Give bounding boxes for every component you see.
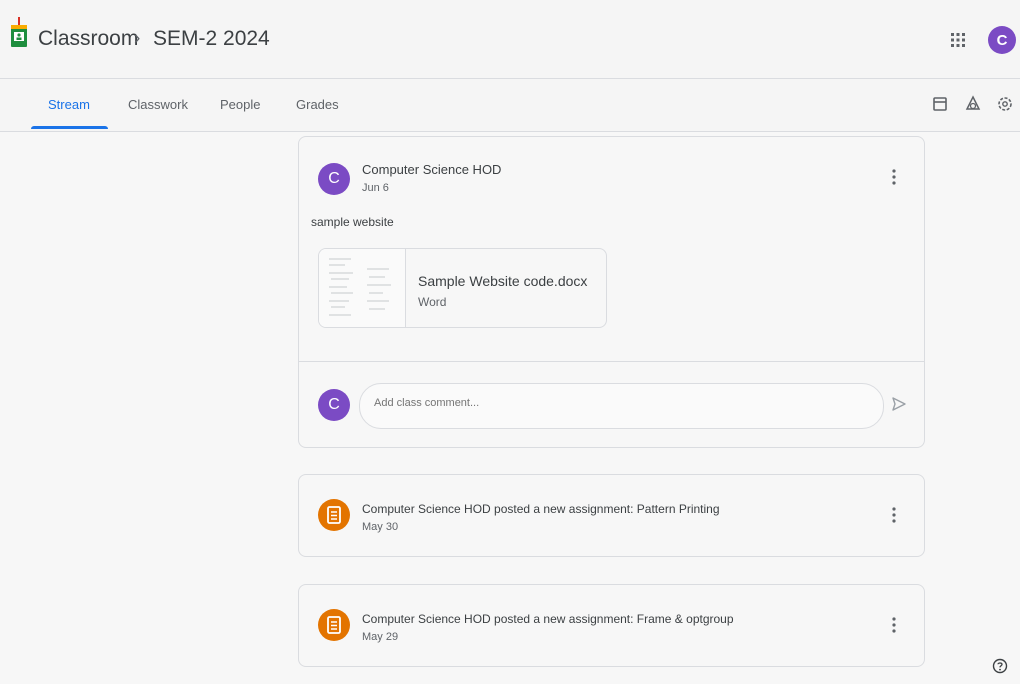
announcement-card: C Computer Science HOD Jun 6 sample webs… [298, 136, 925, 448]
class-name[interactable]: SEM-2 2024 [153, 27, 270, 51]
tab-people[interactable]: People [220, 97, 260, 112]
help-icon[interactable] [992, 658, 1008, 674]
more-vert-icon[interactable] [891, 616, 897, 634]
assignment-title[interactable]: Computer Science HOD posted a new assign… [362, 612, 734, 626]
apps-grid-icon[interactable] [948, 30, 968, 50]
class-comment-input[interactable] [372, 396, 866, 410]
assignment-icon [327, 616, 341, 634]
settings-icon[interactable] [996, 95, 1014, 113]
tab-grades[interactable]: Grades [296, 97, 339, 112]
card-divider [299, 361, 924, 362]
attachment-title[interactable]: Sample Website code.docx [418, 273, 587, 289]
more-vert-icon[interactable] [891, 506, 897, 524]
account-avatar[interactable]: C [988, 26, 1016, 54]
post-text: sample website [311, 215, 394, 229]
assignment-avatar [318, 609, 350, 641]
attachment-type: Word [418, 295, 447, 309]
assignment-title[interactable]: Computer Science HOD posted a new assign… [362, 502, 720, 516]
author-avatar: C [318, 163, 350, 195]
top-app-bar: Classroom › SEM-2 2024 C [0, 0, 1020, 79]
active-tab-indicator [31, 126, 108, 129]
assignment-date: May 29 [362, 631, 399, 643]
breadcrumb-separator: › [134, 28, 141, 49]
attachment-card[interactable]: Sample Website code.docx Word [318, 248, 607, 328]
document-thumbnail [319, 249, 406, 327]
assignment-date: May 30 [362, 521, 399, 533]
assignment-card[interactable]: Computer Science HOD posted a new assign… [298, 584, 925, 667]
assignment-icon [327, 506, 341, 524]
tab-classwork[interactable]: Classwork [128, 97, 188, 112]
tab-stream[interactable]: Stream [48, 97, 90, 112]
assignment-avatar [318, 499, 350, 531]
calendar-icon[interactable] [931, 95, 949, 113]
commenter-avatar: C [318, 389, 350, 421]
post-date: Jun 6 [362, 182, 389, 194]
send-icon[interactable] [890, 395, 908, 413]
tab-bar: Stream Classwork People Grades [0, 79, 1020, 132]
app-title[interactable]: Classroom [38, 27, 138, 51]
drive-folder-icon[interactable] [964, 95, 982, 113]
comment-box[interactable] [359, 383, 884, 429]
more-vert-icon[interactable] [891, 168, 897, 186]
post-author: Computer Science HOD [362, 162, 502, 177]
classroom-logo-icon[interactable] [10, 17, 28, 47]
assignment-card[interactable]: Computer Science HOD posted a new assign… [298, 474, 925, 557]
